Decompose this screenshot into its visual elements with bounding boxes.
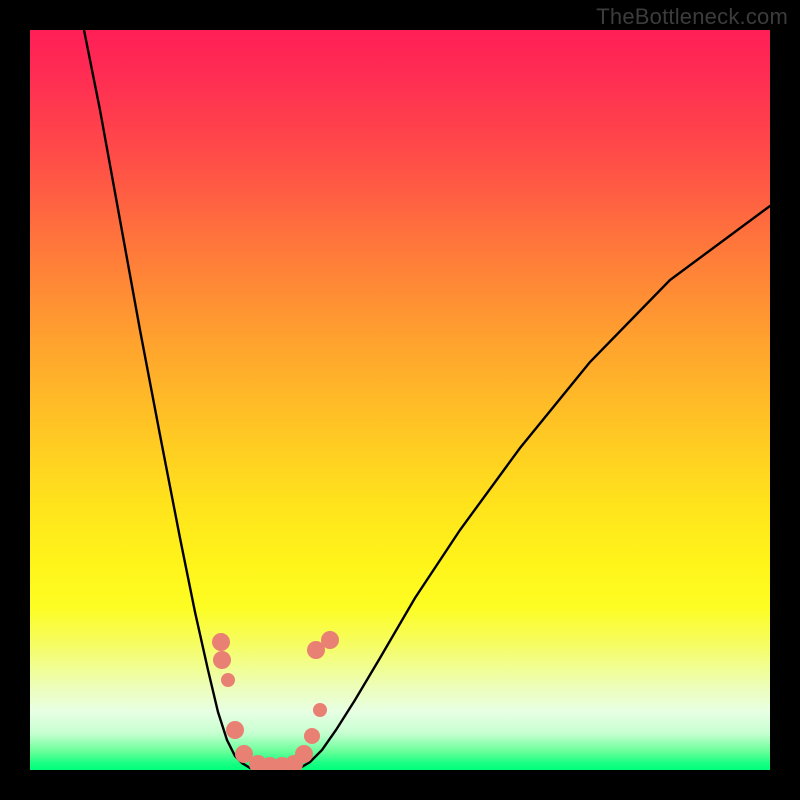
scatter-point [304,728,320,744]
scatter-point [213,651,231,669]
chart-svg [30,30,770,770]
scatter-point [226,721,244,739]
scatter-point [295,745,313,763]
curve-right-branch [300,206,770,768]
chart-frame: TheBottleneck.com [0,0,800,800]
scatter-point [221,673,235,687]
scatter-point [313,703,327,717]
bottleneck-curve [84,30,770,770]
watermark-text: TheBottleneck.com [596,4,788,30]
scatter-point [321,631,339,649]
scatter-point [212,633,230,651]
chart-plot-area [30,30,770,770]
